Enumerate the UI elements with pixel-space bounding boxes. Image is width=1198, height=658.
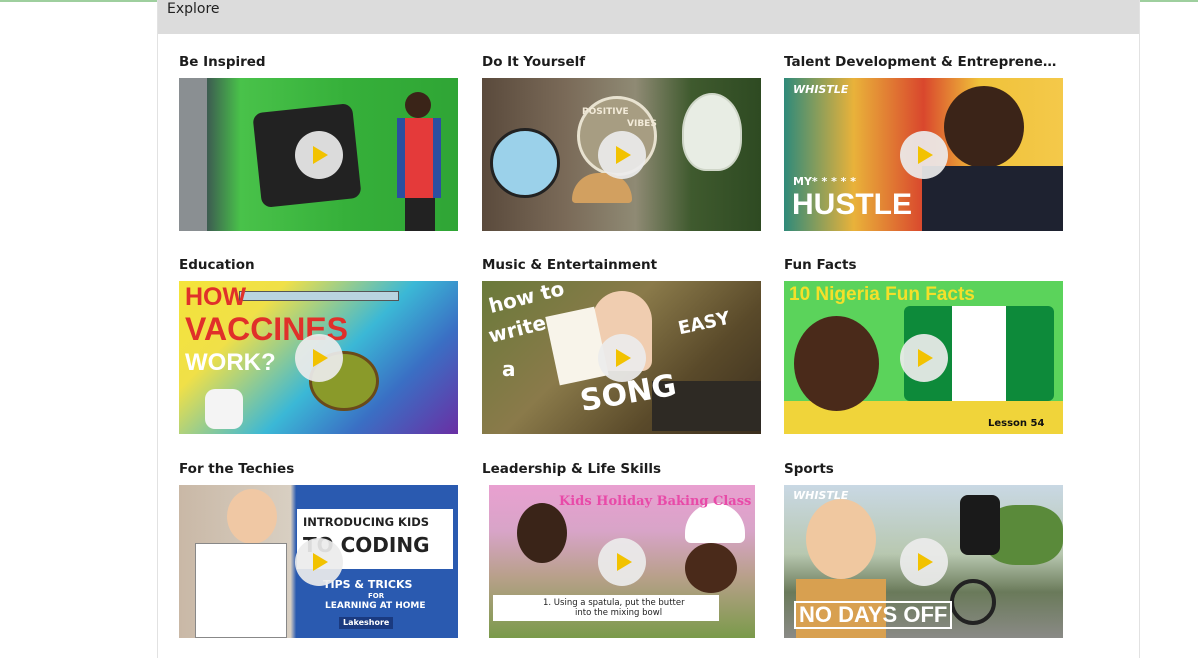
- powerpuff-sticker: [490, 128, 560, 198]
- video-thumbnail[interactable]: [179, 78, 458, 231]
- play-icon: [313, 348, 328, 367]
- category-card-education: Education HOW VACCINES WORK?: [179, 256, 459, 434]
- card-title[interactable]: Education: [179, 256, 459, 274]
- play-icon: [918, 348, 933, 367]
- thumb-caption: WHISTLE: [793, 83, 849, 96]
- thumb-caption: 10 Nigeria Fun Facts: [789, 284, 975, 305]
- person-legs: [405, 198, 435, 231]
- person-body: [397, 118, 441, 198]
- kid-face: [944, 86, 1024, 168]
- section-title: Explore: [167, 1, 220, 17]
- thumb-caption: NO DAYS OFF: [794, 601, 953, 629]
- thumb-caption: into the mixing bowl: [575, 608, 663, 618]
- unicycle-wheel: [950, 579, 996, 625]
- video-thumbnail[interactable]: INTRODUCING KIDS TO CODING TIPS & TRICKS…: [179, 485, 458, 638]
- thumb-caption: HUSTLE: [792, 188, 912, 221]
- person-head: [405, 92, 431, 118]
- play-button[interactable]: [294, 333, 343, 382]
- explore-panel: Explore Be Inspired Do It Yourself POSIT…: [157, 0, 1140, 658]
- thumb-caption: write: [485, 310, 549, 348]
- card-title[interactable]: Sports: [784, 460, 1064, 478]
- category-card-music: Music & Entertainment how to write a SON…: [482, 256, 762, 434]
- metal-wall: [179, 78, 207, 231]
- thumb-caption: FOR: [368, 592, 385, 600]
- child-face: [794, 316, 879, 411]
- bulb-image: [682, 93, 742, 171]
- play-button[interactable]: [899, 130, 948, 179]
- thumb-caption: POSITIVE: [582, 107, 629, 117]
- play-button[interactable]: [899, 537, 948, 586]
- play-icon: [918, 145, 933, 164]
- card-title[interactable]: Do It Yourself: [482, 53, 762, 71]
- card-title[interactable]: Leadership & Life Skills: [482, 460, 762, 478]
- thumb-caption: a: [502, 357, 516, 381]
- card-title[interactable]: Music & Entertainment: [482, 256, 762, 274]
- play-icon: [616, 552, 632, 571]
- video-thumbnail[interactable]: POSITIVE VIBES: [482, 78, 761, 231]
- thumb-caption: TIPS & TRICKS: [323, 578, 413, 591]
- card-title[interactable]: Talent Development & Entrepreneursh...: [784, 53, 1064, 71]
- video-thumbnail[interactable]: how to write a SONG EASY: [482, 281, 761, 434]
- video-thumbnail[interactable]: Kids Holiday Baking Class 1. Using a spa…: [489, 485, 755, 638]
- teacher-face: [227, 489, 277, 544]
- doctor-cartoon: [205, 389, 243, 429]
- thumb-caption: WHISTLE: [793, 489, 849, 502]
- explore-header: Explore: [158, 0, 1139, 34]
- category-card-talent: Talent Development & Entrepreneursh... W…: [784, 53, 1064, 231]
- syringe-image: [239, 291, 399, 301]
- category-card-be-inspired: Be Inspired: [179, 53, 459, 231]
- chef-kid-1: [517, 503, 567, 563]
- rider-body: [960, 495, 1000, 555]
- boy-face: [806, 499, 876, 579]
- thumb-caption: WORK?: [185, 349, 276, 376]
- category-card-diy: Do It Yourself POSITIVE VIBES: [482, 53, 762, 231]
- play-icon: [313, 145, 328, 164]
- card-title[interactable]: For the Techies: [179, 460, 459, 478]
- thumb-caption: Kids Holiday Baking Class: [559, 494, 752, 509]
- play-button[interactable]: [294, 537, 343, 586]
- card-title[interactable]: Be Inspired: [179, 53, 459, 71]
- play-button[interactable]: [597, 333, 646, 382]
- play-button[interactable]: [294, 130, 343, 179]
- video-thumbnail[interactable]: HOW VACCINES WORK?: [179, 281, 458, 434]
- whiteboard: [195, 543, 287, 638]
- category-card-techies: For the Techies INTRODUCING KIDS TO CODI…: [179, 460, 459, 638]
- video-thumbnail[interactable]: WHISTLE NO DAYS OFF: [784, 485, 1063, 638]
- thumb-caption: HOW: [185, 283, 247, 311]
- play-icon: [616, 145, 631, 164]
- play-icon: [616, 348, 631, 367]
- video-thumbnail[interactable]: 10 Nigeria Fun Facts Lesson 54: [784, 281, 1063, 434]
- category-card-leadership: Leadership & Life Skills Kids Holiday Ba…: [482, 460, 762, 638]
- thumb-caption: Lesson 54: [988, 418, 1045, 429]
- video-thumbnail[interactable]: WHISTLE MY* * * * * HUSTLE: [784, 78, 1063, 231]
- thumb-caption: EASY: [676, 307, 732, 340]
- chef-kid-2: [685, 543, 737, 593]
- chef-hat: [685, 503, 745, 543]
- thumb-caption: MY* * * * *: [793, 175, 856, 188]
- category-card-fun-facts: Fun Facts 10 Nigeria Fun Facts Lesson 54: [784, 256, 1064, 434]
- play-button[interactable]: [598, 537, 646, 586]
- play-icon: [918, 552, 933, 571]
- flag-stripe: [952, 306, 1006, 401]
- thumb-caption: Lakeshore: [339, 617, 394, 629]
- thumb-caption: VIBES: [627, 119, 657, 129]
- thumb-caption: 1. Using a spatula, put the butter: [543, 598, 685, 608]
- play-button[interactable]: [597, 130, 646, 179]
- card-title[interactable]: Fun Facts: [784, 256, 1064, 274]
- thumb-caption: how to: [486, 281, 567, 318]
- kid-shirt: [922, 166, 1063, 231]
- play-button[interactable]: [899, 333, 948, 382]
- thumb-caption: INTRODUCING KIDS: [303, 515, 430, 529]
- thumb-caption: LEARNING AT HOME: [325, 601, 426, 611]
- category-card-sports: Sports WHISTLE NO DAYS OFF: [784, 460, 1064, 638]
- play-icon: [313, 552, 328, 571]
